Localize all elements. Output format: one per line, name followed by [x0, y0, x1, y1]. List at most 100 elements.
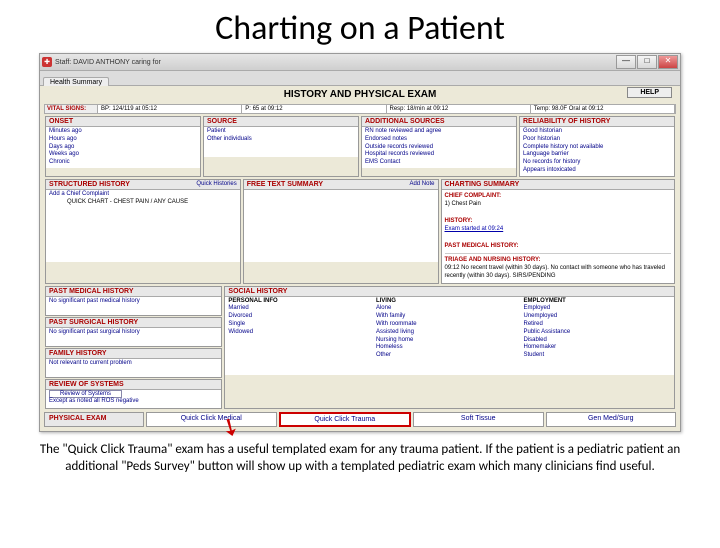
- physical-exam-row: PHYSICAL EXAM Quick Click Medical Quick …: [44, 412, 676, 427]
- addl-item[interactable]: Endorsed notes: [365, 136, 513, 144]
- history-value[interactable]: Exam started at 09:24: [445, 226, 504, 232]
- titlebar-text: Staff: DAVID ANTHONY caring for: [55, 59, 616, 66]
- free-text-section: FREE TEXT SUMMARYAdd Note: [243, 179, 439, 284]
- gen-medsurg-button[interactable]: Gen Med/Surg: [546, 412, 677, 427]
- social-item[interactable]: Single: [228, 321, 245, 327]
- vitals-label: VITAL SIGNS:: [45, 105, 98, 113]
- ros-button[interactable]: Review of Systems: [49, 390, 122, 398]
- social-history-section: SOCIAL HISTORY PERSONAL INFO Married Div…: [224, 286, 675, 409]
- addl-item[interactable]: RN note reviewed and agree: [365, 128, 513, 136]
- addl-item[interactable]: Outside records reviewed: [365, 144, 513, 152]
- onset-item[interactable]: Hours ago: [49, 136, 197, 144]
- living-item[interactable]: Assisted living: [376, 329, 414, 335]
- psh-section: PAST SURGICAL HISTORY No significant pas…: [45, 317, 222, 347]
- pmh-section: PAST MEDICAL HISTORY No significant past…: [45, 286, 222, 316]
- quick-click-medical-button[interactable]: Quick Click Medical: [146, 412, 277, 427]
- maximize-button[interactable]: □: [637, 55, 657, 69]
- employ-item[interactable]: Student: [523, 352, 544, 358]
- employ-item[interactable]: Employed: [523, 305, 550, 311]
- app-icon: ✚: [42, 57, 52, 67]
- cc-value: 1) Chest Pain: [445, 201, 481, 207]
- reliab-item[interactable]: Appears intoxicated: [523, 167, 671, 175]
- triage-label: TRIAGE AND NURSING HISTORY:: [445, 257, 541, 263]
- onset-item[interactable]: Days ago: [49, 144, 197, 152]
- onset-item[interactable]: Minutes ago: [49, 128, 197, 136]
- living-item[interactable]: Other: [376, 352, 391, 358]
- reliab-item[interactable]: Poor historian: [523, 136, 671, 144]
- onset-item[interactable]: Weeks ago: [49, 151, 197, 159]
- social-item[interactable]: Widowed: [228, 329, 253, 335]
- slide-title: Charting on a Patient: [0, 8, 720, 49]
- pmh-item[interactable]: No significant past medical history: [49, 298, 218, 306]
- ros-header: REVIEW OF SYSTEMS: [46, 380, 221, 390]
- cc-label: CHIEF COMPLAINT:: [445, 193, 502, 199]
- employ-item[interactable]: Public Assistance: [523, 329, 570, 335]
- pmh-label: PAST MEDICAL HISTORY:: [445, 243, 519, 249]
- living-item[interactable]: Nursing home: [376, 337, 413, 343]
- quick-histories-link[interactable]: Quick Histories: [196, 181, 236, 187]
- living-item[interactable]: Homeless: [376, 344, 403, 350]
- vitals-temp: Temp: 98.0F Oral at 09:12: [531, 105, 675, 113]
- addl-item[interactable]: EMS Contact: [365, 159, 513, 167]
- onset-header: ONSET: [46, 117, 200, 127]
- close-button[interactable]: ✕: [658, 55, 678, 69]
- addl-sources-section: ADDITIONAL SOURCES RN note reviewed and …: [361, 116, 517, 177]
- living-label: LIVING: [376, 298, 396, 304]
- source-header: SOURCE: [204, 117, 358, 127]
- reliability-header: RELIABILITY OF HISTORY: [520, 117, 674, 127]
- living-item[interactable]: Alone: [376, 305, 391, 311]
- social-header: SOCIAL HISTORY: [225, 287, 674, 297]
- vital-signs-bar: VITAL SIGNS: BP: 124/119 at 05:12 P: 65 …: [44, 104, 676, 114]
- reliab-item[interactable]: Language barrier: [523, 151, 671, 159]
- source-item[interactable]: Other individuals: [207, 136, 355, 144]
- add-note-link[interactable]: Add Note: [409, 181, 434, 187]
- help-button[interactable]: HELP: [627, 87, 672, 98]
- living-item[interactable]: With roommate: [376, 321, 417, 327]
- quick-click-trauma-button[interactable]: Quick Click Trauma: [279, 412, 412, 427]
- social-item[interactable]: Divorced: [228, 313, 252, 319]
- quick-chart-item[interactable]: QUICK CHART - CHEST PAIN / ANY CAUSE: [67, 199, 237, 207]
- onset-item[interactable]: Chronic: [49, 159, 197, 167]
- addl-header: ADDITIONAL SOURCES: [362, 117, 516, 127]
- employ-item[interactable]: Retired: [523, 321, 542, 327]
- family-header: FAMILY HISTORY: [46, 349, 221, 359]
- employ-item[interactable]: Unemployed: [523, 313, 557, 319]
- family-section: FAMILY HISTORY Not relevant to current p…: [45, 348, 222, 378]
- charting-summary-section: CHARTING SUMMARY CHIEF COMPLAINT: 1) Che…: [441, 179, 676, 284]
- reliab-item[interactable]: No records for history: [523, 159, 671, 167]
- source-section: SOURCE Patient Other individuals: [203, 116, 359, 177]
- living-item[interactable]: With family: [376, 313, 405, 319]
- soft-tissue-button[interactable]: Soft Tissue: [413, 412, 544, 427]
- psh-header: PAST SURGICAL HISTORY: [46, 318, 221, 328]
- reliability-section: RELIABILITY OF HISTORY Good historian Po…: [519, 116, 675, 177]
- employ-label: EMPLOYMENT: [523, 298, 565, 304]
- social-item[interactable]: Married: [228, 305, 248, 311]
- psh-item[interactable]: No significant past surgical history: [49, 329, 218, 337]
- app-window: ✚ Staff: DAVID ANTHONY caring for — □ ✕ …: [39, 53, 681, 432]
- slide-caption: The "Quick Click Trauma" exam has a usef…: [30, 442, 690, 476]
- freetext-header: FREE TEXT SUMMARYAdd Note: [244, 180, 438, 190]
- add-chief-complaint[interactable]: Add a Chief Complaint: [49, 191, 237, 199]
- vitals-bp: BP: 124/119 at 05:12: [98, 105, 242, 113]
- minimize-button[interactable]: —: [616, 55, 636, 69]
- pe-header: PHYSICAL EXAM: [44, 412, 144, 427]
- structured-history-section: STRUCTURED HISTORYQuick Histories Add a …: [45, 179, 241, 284]
- ros-item[interactable]: Except as noted all ROS negative: [49, 398, 218, 406]
- vitals-pulse: P: 65 at 09:12: [242, 105, 386, 113]
- family-item[interactable]: Not relevant to current problem: [49, 360, 218, 368]
- pmh-header: PAST MEDICAL HISTORY: [46, 287, 221, 297]
- personal-info-label: PERSONAL INFO: [228, 298, 277, 304]
- ros-section: REVIEW OF SYSTEMS Review of Systems Exce…: [45, 379, 222, 409]
- reliab-item[interactable]: Complete history not available: [523, 144, 671, 152]
- employ-item[interactable]: Disabled: [523, 337, 546, 343]
- main-title: HISTORY AND PHYSICAL EXAM HELP: [40, 86, 680, 103]
- struct-header: STRUCTURED HISTORYQuick Histories: [46, 180, 240, 190]
- employ-item[interactable]: Homemaker: [523, 344, 556, 350]
- triage-value: 09:12 No recent travel (within 30 days).…: [445, 265, 665, 279]
- reliab-item[interactable]: Good historian: [523, 128, 671, 136]
- charting-header: CHARTING SUMMARY: [442, 180, 675, 190]
- history-label: HISTORY:: [445, 218, 473, 224]
- onset-section: ONSET Minutes ago Hours ago Days ago Wee…: [45, 116, 201, 177]
- addl-item[interactable]: Hospital records reviewed: [365, 151, 513, 159]
- source-item[interactable]: Patient: [207, 128, 355, 136]
